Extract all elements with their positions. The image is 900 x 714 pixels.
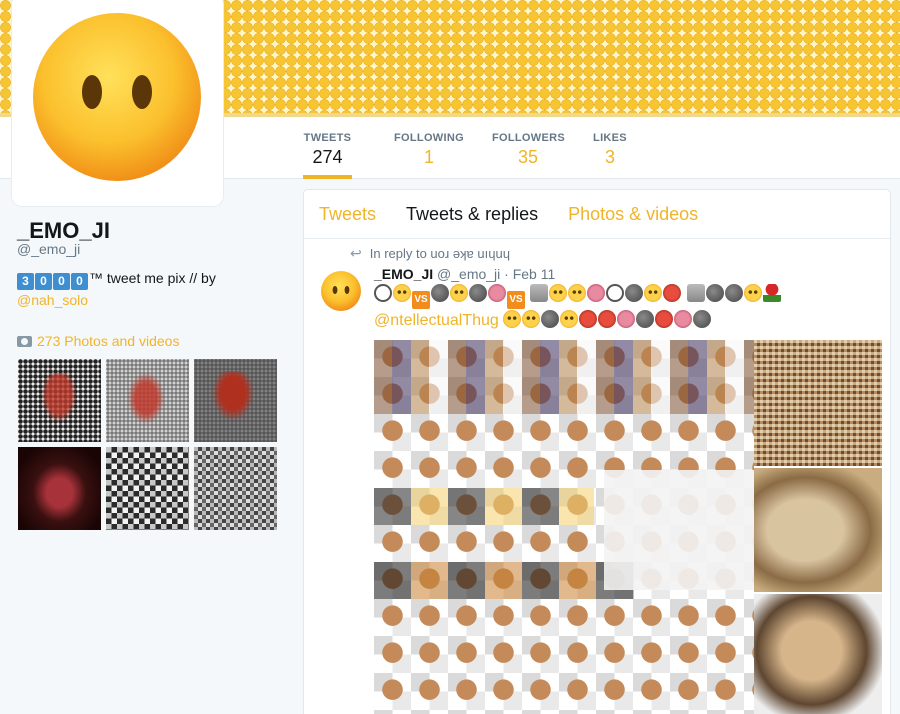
astonished-emoji-icon (393, 284, 411, 302)
tired-emoji-icon (549, 284, 568, 302)
stat-value: 1 (423, 147, 434, 167)
keycap-digit: 0 (35, 273, 52, 290)
tweet-author-name[interactable]: _EMO_JI (374, 266, 433, 282)
tweet-photo-sloth[interactable] (754, 594, 882, 714)
reply-context-text: In reply to uoɹ ǝʞɐ uıɥuɥ (369, 246, 510, 261)
clock-emoji-icon (374, 284, 392, 302)
keycap-digit: 3 (17, 273, 34, 290)
moai-emoji-icon (686, 284, 705, 302)
photo-thumb[interactable] (106, 359, 189, 442)
tweet-media (374, 340, 882, 714)
mosaic-row (374, 340, 754, 414)
reply-context[interactable]: ↩ In reply to uoɹ ǝʞɐ uıɥuɥ (350, 245, 510, 262)
tweet-header: _EMO_JI @_emo_ji · Feb 11 (374, 266, 555, 282)
tweet-avatar[interactable] (320, 270, 362, 312)
photo-thumb[interactable] (106, 447, 189, 530)
camera-icon (17, 335, 32, 347)
astonished-emoji-icon (450, 284, 468, 302)
vs-emoji-icon: VS (412, 291, 430, 309)
stat-tweets[interactable]: TWEETS 274 (303, 117, 352, 179)
goblin-emoji-icon (579, 310, 598, 328)
profile-bio: 3 0 0 0 ™ tweet me pix // by @nah_solo (17, 268, 277, 310)
mosaic-row (374, 488, 594, 525)
timeline-tabs: Tweets Tweets & replies Photos & videos (304, 190, 890, 239)
clock-emoji-icon (606, 284, 625, 302)
photo-thumb[interactable] (18, 359, 101, 442)
vs-emoji-icon: VS (507, 291, 525, 309)
mosaic-row (604, 470, 754, 590)
tab-tweets-replies[interactable]: Tweets & replies (391, 190, 553, 238)
astonished-emoji-icon (743, 284, 762, 302)
stat-value: 35 (517, 147, 539, 167)
moon-emoji-icon (705, 284, 724, 302)
headphones-emoji-icon (724, 284, 743, 302)
stat-label: FOLLOWING (394, 132, 464, 144)
timeline: Tweets Tweets & replies Photos & videos … (303, 189, 891, 714)
tweet-photo-sloth-mosaic-1[interactable] (754, 340, 882, 466)
profile-handle: @_emo_ji (17, 241, 81, 257)
photos-videos-link[interactable]: 273 Photos and videos (17, 333, 179, 349)
haircut-emoji-icon (674, 310, 693, 328)
hushed-face-icon (33, 13, 201, 181)
keycap-digit: 0 (53, 273, 70, 290)
moon-emoji-icon (636, 310, 655, 328)
headphones-emoji-icon (469, 284, 487, 302)
mosaic-row (374, 562, 634, 599)
bio-link[interactable]: @nah_solo (17, 292, 88, 308)
moon-emoji-icon (541, 310, 560, 328)
photo-thumb[interactable] (18, 447, 101, 530)
kissing-emoji-icon (568, 284, 587, 302)
moon-emoji-icon (431, 284, 449, 302)
moon-emoji-icon (693, 310, 712, 328)
stat-label: LIKES (593, 132, 627, 144)
cable-car-emoji-icon (655, 310, 674, 328)
tweet-text: VS VS @ntellectualThug (374, 283, 874, 333)
stat-likes[interactable]: LIKES 3 (592, 117, 628, 179)
photo-grid (18, 359, 278, 530)
photo-thumb[interactable] (194, 359, 277, 442)
stat-following[interactable]: FOLLOWING 1 (394, 117, 464, 179)
tweet-photo-emoji-mosaic[interactable] (374, 340, 754, 714)
tab-photos-videos[interactable]: Photos & videos (553, 190, 713, 238)
photo-thumb[interactable] (194, 447, 277, 530)
reply-arrow-icon: ↩ (350, 245, 362, 261)
tweet-date[interactable]: · Feb 11 (504, 266, 555, 282)
stat-label: TWEETS (303, 132, 352, 144)
tweet-photo-sloth-mosaic-2[interactable] (754, 468, 882, 592)
moai-emoji-icon (530, 284, 549, 302)
haircut-emoji-icon (587, 284, 606, 302)
dancer-emoji-icon (488, 284, 506, 302)
rose-emoji-icon (762, 284, 781, 302)
keycap-digit: 0 (71, 273, 88, 290)
goblin-emoji-icon (663, 284, 682, 302)
astonished-emoji-icon (503, 310, 522, 328)
stat-label: FOLLOWERS (492, 132, 565, 144)
photos-videos-label: 273 Photos and videos (37, 333, 180, 349)
dizzy-emoji-icon (560, 310, 579, 328)
stat-followers[interactable]: FOLLOWERS 35 (492, 117, 565, 179)
haircut-emoji-icon (617, 310, 636, 328)
stat-value: 3 (604, 147, 615, 167)
music-emoji-icon (625, 284, 644, 302)
astonished-emoji-icon (644, 284, 663, 302)
kissing-emoji-icon (522, 310, 541, 328)
stat-value: 274 (312, 147, 343, 167)
tweet-author-handle[interactable]: @_emo_ji (437, 266, 500, 282)
profile-avatar[interactable] (12, 0, 223, 206)
tweet-mention[interactable]: @ntellectualThug (374, 312, 499, 329)
bio-text: ™ tweet me pix // by (89, 270, 216, 286)
tab-tweets[interactable]: Tweets (304, 190, 391, 238)
cable-car-emoji-icon (598, 310, 617, 328)
